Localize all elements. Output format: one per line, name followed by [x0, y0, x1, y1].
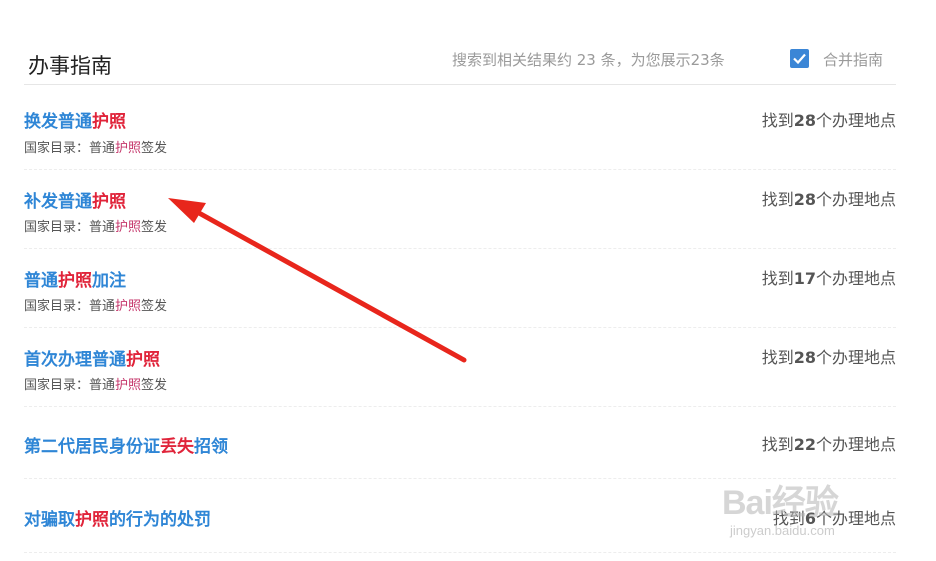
guide-header: 办事指南 搜索到相关结果约 23 条，为您展示23条 合并指南 [24, 38, 896, 85]
result-title-link[interactable]: 换发普通护照 [24, 107, 126, 132]
result-summary: 搜索到相关结果约 23 条，为您展示23条 [452, 51, 725, 69]
result-row: 补发普通护照 国家目录：普通护照签发 找到28个办理地点 [24, 175, 896, 249]
page-title: 办事指南 [28, 54, 112, 78]
result-title-link[interactable]: 普通护照加注 [24, 266, 126, 291]
result-row: 第二代居民身份证丢失招领 找到22个办理地点 [24, 412, 896, 479]
category-line: 国家目录：普通护照签发 [24, 220, 168, 235]
merge-guides-checkbox[interactable] [790, 49, 809, 68]
result-row: 换发普通护照 国家目录：普通护照签发 找到28个办理地点 [24, 96, 896, 170]
location-count-link[interactable]: 找到28个办理地点 [762, 107, 896, 131]
location-count-link[interactable]: 找到28个办理地点 [762, 344, 896, 368]
result-row: 首次办理普通护照 国家目录：普通护照签发 找到28个办理地点 [24, 333, 896, 407]
category-line: 国家目录：普通护照签发 [24, 299, 168, 314]
category-line: 国家目录：普通护照签发 [24, 378, 168, 393]
result-row: 普通护照加注 国家目录：普通护照签发 找到17个办理地点 [24, 254, 896, 328]
result-row: 对骗取护照的行为的处罚 找到6个办理地点 [24, 484, 896, 553]
result-title-link[interactable]: 首次办理普通护照 [24, 345, 160, 370]
location-count-link[interactable]: 找到22个办理地点 [762, 431, 896, 455]
checkmark-icon [793, 53, 806, 65]
location-count-link[interactable]: 找到17个办理地点 [762, 265, 896, 289]
result-title-link[interactable]: 对骗取护照的行为的处罚 [24, 505, 211, 530]
result-title-link[interactable]: 补发普通护照 [24, 187, 126, 212]
location-count-link[interactable]: 找到6个办理地点 [773, 505, 896, 529]
category-line: 国家目录：普通护照签发 [24, 141, 168, 156]
location-count-link[interactable]: 找到28个办理地点 [762, 186, 896, 210]
result-title-link[interactable]: 第二代居民身份证丢失招领 [24, 432, 228, 457]
merge-guides-label[interactable]: 合并指南 [823, 49, 883, 70]
